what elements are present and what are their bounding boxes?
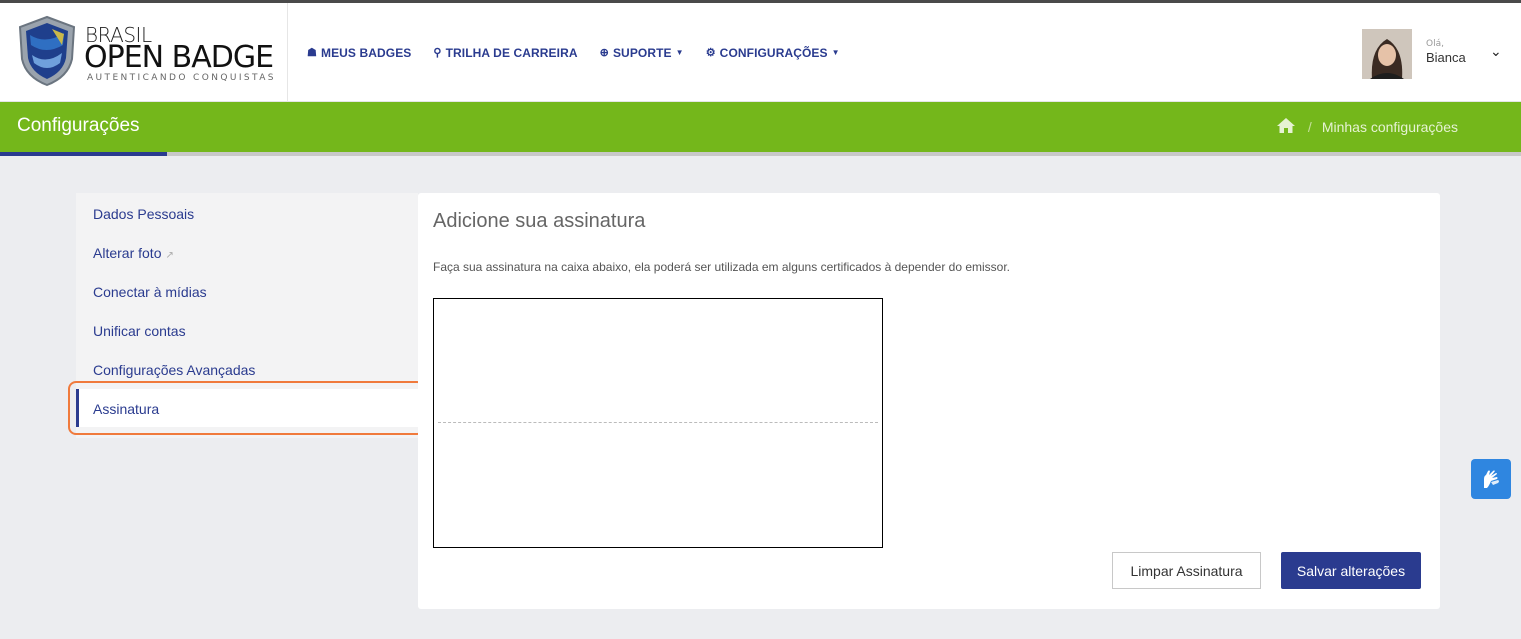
nav-label: SUPORTE: [612, 45, 672, 60]
accessibility-sign-language-button[interactable]: [1471, 459, 1511, 499]
breadcrumb: / Minhas configurações: [1276, 117, 1458, 137]
top-header: BRASIL OPEN BADGE AUTENTICANDO CONQUISTA…: [0, 3, 1521, 102]
save-changes-button[interactable]: Salvar alterações: [1281, 552, 1421, 589]
page-header-bar: Configurações / Minhas configurações: [0, 102, 1521, 152]
sidebar-item-alterar-foto[interactable]: Alterar foto ↗: [93, 245, 174, 261]
panel-description: Faça sua assinatura na caixa abaixo, ela…: [433, 260, 1011, 274]
nav-meus-badges[interactable]: ☗ MEUS BADGES: [307, 46, 411, 60]
logo-tagline: AUTENTICANDO CONQUISTAS: [87, 73, 276, 83]
page-title: Configurações: [17, 115, 140, 136]
external-link-icon: ↗: [165, 250, 174, 261]
caret-down-icon: ▼: [675, 48, 684, 57]
lifebuoy-icon: ⊕: [599, 47, 609, 59]
active-section-indicator: [0, 152, 167, 156]
avatar: [1362, 29, 1412, 79]
clear-signature-button[interactable]: Limpar Assinatura: [1112, 552, 1261, 589]
sidebar-item-unificar-contas[interactable]: Unificar contas: [93, 323, 186, 339]
home-icon[interactable]: [1276, 117, 1296, 137]
cogs-icon: ⚙: [705, 47, 716, 59]
nav-label: TRILHA DE CARREIRA: [445, 45, 578, 60]
user-name: Bianca: [1426, 50, 1466, 65]
signature-panel: Adicione sua assinatura Faça sua assinat…: [418, 193, 1440, 609]
panel-title: Adicione sua assinatura: [433, 210, 646, 232]
signature-guide-line: [438, 422, 878, 423]
nav-label: CONFIGURAÇÕES: [719, 45, 828, 60]
breadcrumb-separator: /: [1307, 119, 1312, 135]
sidebar-item-label: Alterar foto: [93, 245, 162, 261]
chevron-down-icon[interactable]: ⌄: [1490, 44, 1502, 60]
shield-logo-icon: [18, 15, 76, 87]
signature-canvas[interactable]: [433, 298, 883, 548]
hands-icon: [1484, 470, 1499, 488]
graduation-cap-icon: ☗: [307, 47, 317, 59]
sidebar-item-dados-pessoais[interactable]: Dados Pessoais: [93, 206, 194, 222]
nav-configuracoes[interactable]: ⚙ CONFIGURAÇÕES ▼: [706, 46, 840, 60]
focus-highlight: [68, 381, 425, 435]
user-greeting: Olá,: [1426, 39, 1444, 49]
sidebar-item-configuracoes-avancadas[interactable]: Configurações Avançadas: [93, 362, 255, 378]
nav-label: MEUS BADGES: [320, 45, 412, 60]
nav-suporte[interactable]: ⊕ SUPORTE ▼: [600, 46, 684, 60]
header-underline: [0, 152, 1521, 156]
logo-line-2: OPEN BADGE: [84, 40, 274, 75]
breadcrumb-current: Minhas configurações: [1321, 119, 1458, 135]
main-nav: ☗ MEUS BADGES ⚲ TRILHA DE CARREIRA ⊕ SUP…: [307, 3, 862, 102]
nav-trilha-de-carreira[interactable]: ⚲ TRILHA DE CARREIRA: [433, 46, 577, 60]
trophy-icon: ⚲: [433, 47, 442, 59]
user-menu[interactable]: Olá, Bianca ⌄: [1362, 29, 1512, 81]
caret-down-icon: ▼: [831, 48, 840, 57]
brand-logo[interactable]: BRASIL OPEN BADGE AUTENTICANDO CONQUISTA…: [0, 3, 288, 102]
sidebar-item-conectar-midias[interactable]: Conectar à mídias: [93, 284, 207, 300]
